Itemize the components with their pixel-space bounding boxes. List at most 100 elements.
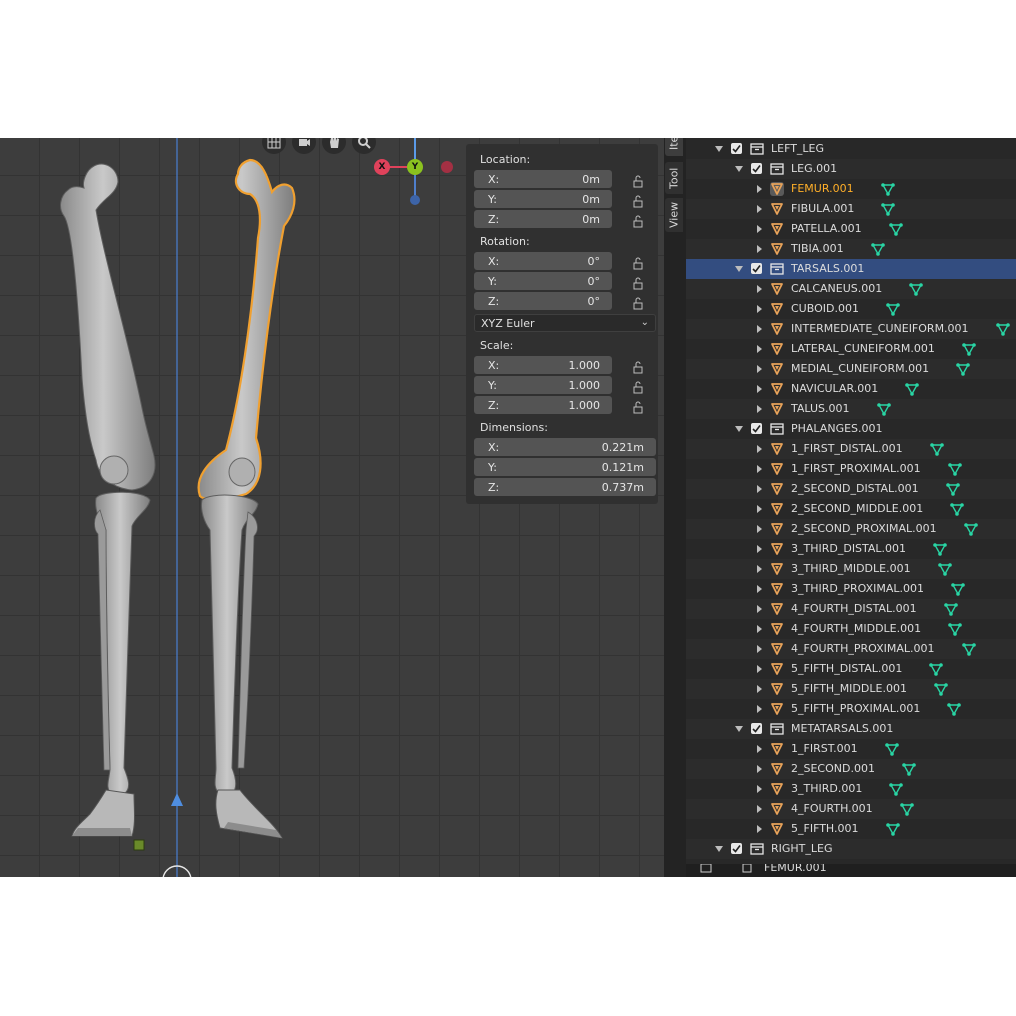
disclosure-triangle-icon[interactable]: [754, 304, 764, 314]
lock-icon[interactable]: [631, 276, 645, 290]
selected-femur[interactable]: [197, 158, 296, 501]
neg-x-axis-dot[interactable]: [441, 161, 453, 173]
outliner-row-cuboid-001[interactable]: CUBOID.001: [686, 299, 1016, 319]
collection-checkbox[interactable]: [751, 263, 762, 274]
neg-z-axis-dot[interactable]: [410, 195, 420, 205]
mesh-data-icon[interactable]: [963, 521, 979, 537]
tab-view[interactable]: View: [665, 198, 683, 232]
disclosure-triangle-icon[interactable]: [754, 384, 764, 394]
mesh-data-icon[interactable]: [888, 221, 904, 237]
mesh-data-icon[interactable]: [904, 381, 920, 397]
mesh-data-icon[interactable]: [908, 281, 924, 297]
rotation-x-field[interactable]: X: 0°: [474, 252, 612, 270]
outliner-row-patella-001[interactable]: PATELLA.001: [686, 219, 1016, 239]
outliner-row-left-leg[interactable]: LEFT_LEG: [686, 139, 1016, 159]
mesh-data-icon[interactable]: [947, 621, 963, 637]
collection-checkbox[interactable]: [751, 423, 762, 434]
outliner-row-3-third-distal-001[interactable]: 3_THIRD_DISTAL.001: [686, 539, 1016, 559]
location-x-field[interactable]: X: 0m: [474, 170, 612, 188]
outliner-row-fibula-001[interactable]: FIBULA.001: [686, 199, 1016, 219]
3d-viewport[interactable]: X Y Location: X: 0m Y: 0m Z: 0m Rotation: X…: [0, 138, 664, 877]
mesh-data-icon[interactable]: [950, 581, 966, 597]
outliner-row-2-second-middle-001[interactable]: 2_SECOND_MIDDLE.001: [686, 499, 1016, 519]
mesh-object-icon[interactable]: [770, 802, 784, 816]
outliner-row-medial-cuneiform-001[interactable]: MEDIAL_CUNEIFORM.001: [686, 359, 1016, 379]
outliner-row-5-fifth-distal-001[interactable]: 5_FIFTH_DISTAL.001: [686, 659, 1016, 679]
outliner-row-1-first-distal-001[interactable]: 1_FIRST_DISTAL.001: [686, 439, 1016, 459]
mesh-data-icon[interactable]: [870, 241, 886, 257]
mesh-data-icon[interactable]: [961, 641, 977, 657]
mesh-data-icon[interactable]: [945, 481, 961, 497]
mesh-object-icon[interactable]: [770, 542, 784, 556]
disclosure-triangle-icon[interactable]: [754, 364, 764, 374]
lock-icon[interactable]: [631, 214, 645, 228]
outliner-row-4-fourth-middle-001[interactable]: 4_FOURTH_MIDDLE.001: [686, 619, 1016, 639]
outliner-row-3-third-001[interactable]: 3_THIRD.001: [686, 779, 1016, 799]
lock-icon[interactable]: [631, 174, 645, 188]
mesh-object-icon[interactable]: [770, 482, 784, 496]
disclosure-triangle-icon[interactable]: [754, 824, 764, 834]
disclosure-triangle-icon[interactable]: [754, 744, 764, 754]
mesh-object-icon[interactable]: [770, 762, 784, 776]
mesh-object-icon[interactable]: [770, 622, 784, 636]
outliner-row-2-second-distal-001[interactable]: 2_SECOND_DISTAL.001: [686, 479, 1016, 499]
mesh-data-icon[interactable]: [888, 781, 904, 797]
mesh-object-icon[interactable]: [770, 182, 784, 196]
disclosure-triangle-icon[interactable]: [754, 224, 764, 234]
collection-checkbox[interactable]: [751, 163, 762, 174]
disclosure-triangle-icon[interactable]: [754, 784, 764, 794]
location-z-field[interactable]: Z: 0m: [474, 210, 612, 228]
mesh-data-icon[interactable]: [943, 601, 959, 617]
outliner-row-5-fifth-proximal-001[interactable]: 5_FIFTH_PROXIMAL.001: [686, 699, 1016, 719]
mesh-data-icon[interactable]: [937, 561, 953, 577]
mesh-data-icon[interactable]: [933, 681, 949, 697]
outliner-row-2-second-001[interactable]: 2_SECOND.001: [686, 759, 1016, 779]
mesh-object-icon[interactable]: [770, 282, 784, 296]
disclosure-triangle-icon[interactable]: [754, 444, 764, 454]
disclosure-triangle-icon[interactable]: [754, 524, 764, 534]
disclosure-triangle-icon[interactable]: [754, 564, 764, 574]
mesh-object-icon[interactable]: [770, 462, 784, 476]
scale-x-field[interactable]: X: 1.000: [474, 356, 612, 374]
right-leg-mesh[interactable]: [197, 158, 296, 839]
mesh-object-icon[interactable]: [770, 202, 784, 216]
disclosure-triangle-icon[interactable]: [754, 684, 764, 694]
disclosure-triangle-icon[interactable]: [754, 584, 764, 594]
mesh-object-icon[interactable]: [770, 602, 784, 616]
outliner-row-right-leg[interactable]: RIGHT_LEG: [686, 839, 1016, 859]
collection-checkbox[interactable]: [731, 843, 742, 854]
dimensions-y-field[interactable]: Y: 0.121m: [474, 458, 656, 476]
outliner-row-leg-001[interactable]: LEG.001: [686, 159, 1016, 179]
rotation-z-field[interactable]: Z: 0°: [474, 292, 612, 310]
mesh-object-icon[interactable]: [770, 222, 784, 236]
mesh-data-icon[interactable]: [949, 501, 965, 517]
expand-chevron-icon[interactable]: [714, 844, 724, 854]
lock-icon[interactable]: [631, 194, 645, 208]
dimensions-x-field[interactable]: X: 0.221m: [474, 438, 656, 456]
collection-checkbox[interactable]: [731, 143, 742, 154]
mesh-data-icon[interactable]: [885, 821, 901, 837]
mesh-object-icon[interactable]: [770, 642, 784, 656]
disclosure-triangle-icon[interactable]: [754, 404, 764, 414]
outliner-row-5-fifth-001[interactable]: 5_FIFTH.001: [686, 819, 1016, 839]
mesh-data-icon[interactable]: [901, 761, 917, 777]
outliner-row-2-second-proximal-001[interactable]: 2_SECOND_PROXIMAL.001: [686, 519, 1016, 539]
mesh-object-icon[interactable]: [770, 522, 784, 536]
filter-icon[interactable]: [700, 864, 716, 875]
scale-y-field[interactable]: Y: 1.000: [474, 376, 612, 394]
disclosure-triangle-icon[interactable]: [754, 544, 764, 554]
mesh-object-icon[interactable]: [770, 342, 784, 356]
outliner-row-metatarsals-001[interactable]: METATARSALS.001: [686, 719, 1016, 739]
disclosure-triangle-icon[interactable]: [754, 184, 764, 194]
disclosure-triangle-icon[interactable]: [754, 664, 764, 674]
expand-chevron-icon[interactable]: [734, 424, 744, 434]
outliner-row-3-third-middle-001[interactable]: 3_THIRD_MIDDLE.001: [686, 559, 1016, 579]
rotation-y-field[interactable]: Y: 0°: [474, 272, 612, 290]
outliner-row-1-first-001[interactable]: 1_FIRST.001: [686, 739, 1016, 759]
lock-icon[interactable]: [631, 380, 645, 394]
mesh-object-icon[interactable]: [770, 242, 784, 256]
disclosure-triangle-icon[interactable]: [754, 344, 764, 354]
mesh-data-icon[interactable]: [955, 361, 971, 377]
mesh-data-icon[interactable]: [880, 181, 896, 197]
mesh-data-icon[interactable]: [876, 401, 892, 417]
